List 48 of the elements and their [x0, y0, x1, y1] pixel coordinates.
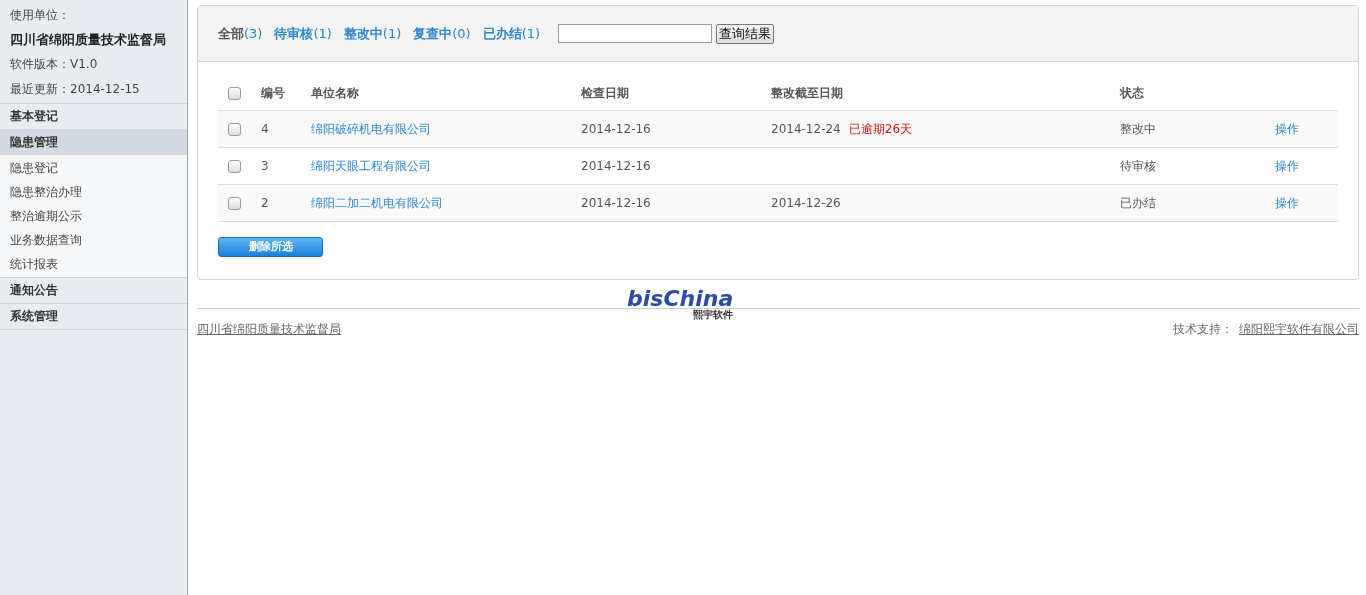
sidebar-item[interactable]: 统计报表 — [0, 252, 187, 276]
support-link[interactable]: 绵阳熙宇软件有限公司 — [1239, 320, 1359, 339]
column-header: 状态 — [1120, 85, 1145, 102]
table-cell-text: 已办结 — [1120, 195, 1157, 212]
logo-subtitle: 熙宇软件 — [693, 310, 734, 321]
table-cell-text: 3 — [261, 158, 270, 175]
section-header[interactable]: 隐患管理 — [0, 129, 187, 155]
table-cell-text: 2014-12-26 — [771, 195, 841, 212]
checkbox[interactable] — [228, 196, 241, 210]
company-link[interactable]: 绵阳天眼工程有限公司 — [311, 159, 431, 173]
company-link[interactable]: 绵阳破碎机电有限公司 — [311, 122, 431, 136]
filter-tab[interactable]: 复查中(0) — [413, 23, 471, 44]
checkbox[interactable] — [228, 86, 241, 100]
table-cell-text: 4 — [261, 121, 270, 138]
overdue-label: 已逾期26天 — [848, 121, 913, 138]
sidebar-item[interactable]: 业务数据查询 — [0, 228, 187, 252]
filter-tab[interactable]: 整改中(1) — [343, 23, 402, 44]
sidebar-item[interactable]: 隐患登记 — [0, 156, 187, 180]
filter-tab[interactable]: 已办结(1) — [482, 23, 541, 44]
table-cell-text: 整改中 — [1120, 121, 1157, 138]
table-cell-text: 2014-12-24 — [771, 121, 841, 138]
company-link[interactable]: 绵阳二加二机电有限公司 — [311, 196, 443, 210]
action-link[interactable]: 操作 — [1275, 120, 1299, 138]
table-cell-text: 2014-12-16 — [581, 121, 652, 138]
sidebar-item[interactable]: 整治逾期公示 — [0, 204, 187, 228]
column-header: 整改截至日期 — [771, 85, 844, 102]
search-button[interactable]: 查询结果 — [716, 23, 775, 44]
table-cell-text: 待审核 — [1120, 158, 1157, 175]
column-header: 编号 — [261, 85, 286, 102]
support-label: 技术支持： — [1173, 321, 1233, 339]
footer-link[interactable]: 四川省绵阳质量技术监督局 — [197, 320, 341, 339]
column-header: 检查日期 — [581, 85, 630, 102]
info-text: 使用单位： — [10, 7, 71, 24]
table-cell-text: 2014-12-16 — [581, 195, 652, 212]
table-cell-text: 2 — [261, 195, 270, 212]
filter-tab[interactable]: 待审核(1) — [274, 23, 332, 44]
column-header: 单位名称 — [311, 85, 360, 102]
checkbox[interactable] — [228, 159, 241, 173]
table-cell-text: 2014-12-16 — [581, 158, 652, 175]
filter-tab[interactable]: 全部(3) — [218, 23, 263, 44]
info-text: 最近更新：2014-12-15 — [10, 80, 141, 98]
info-text: 四川省绵阳质量技术监督局 — [10, 30, 167, 49]
info-text: 软件版本：V1.0 — [10, 56, 99, 73]
sidebar-item[interactable]: 隐患整治办理 — [0, 180, 187, 204]
checkbox[interactable] — [228, 122, 241, 136]
action-link[interactable]: 操作 — [1275, 157, 1299, 175]
search-field[interactable] — [558, 24, 713, 43]
action-link[interactable]: 操作 — [1275, 194, 1299, 212]
